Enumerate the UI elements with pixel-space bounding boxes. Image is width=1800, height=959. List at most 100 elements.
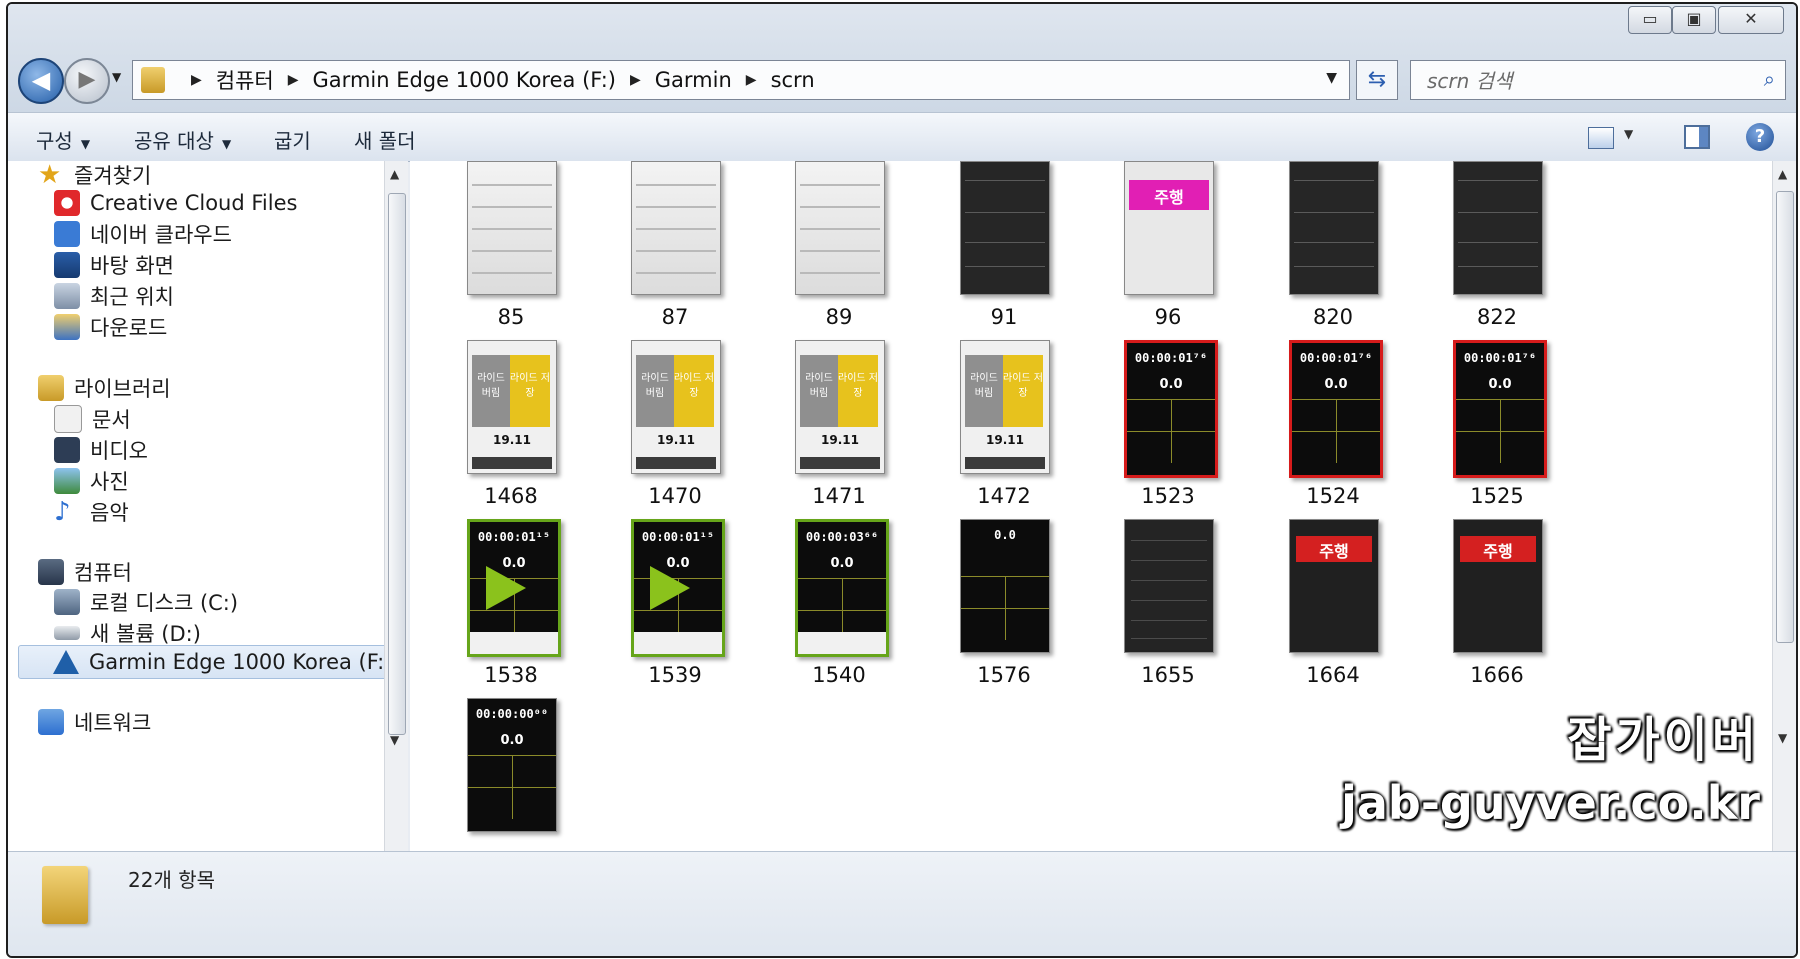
file-item[interactable]: 라이드 버림 라이드 저장 19.11 1472: [909, 340, 1099, 540]
desktop-icon: [54, 252, 80, 278]
file-name: 96: [1154, 305, 1182, 329]
minimize-button[interactable]: ▭: [1628, 6, 1672, 34]
file-item[interactable]: 라이드 버림 라이드 저장 19.11 1468: [416, 340, 606, 540]
file-item[interactable]: 00:00:03⁶⁶ 0.0 1540: [744, 519, 934, 719]
share-menu[interactable]: 공유 대상 ▼: [134, 125, 231, 154]
scrollbar-thumb[interactable]: [388, 193, 406, 735]
file-item[interactable]: 주행 1666: [1402, 519, 1592, 719]
file-item[interactable]: 00:00:01¹⁵ 0.0 1538: [416, 519, 606, 719]
file-thumbnail: 주행: [1289, 519, 1379, 653]
file-item[interactable]: 91: [909, 161, 1099, 361]
file-item[interactable]: 85: [416, 161, 606, 361]
sidebar-label: Garmin Edge 1000 Korea (F:): [89, 650, 393, 674]
refresh-button[interactable]: ⇆: [1356, 60, 1398, 100]
thumbnail-text: 0.0: [830, 556, 854, 571]
file-item[interactable]: 00:00:01¹⁵ 0.0 1539: [580, 519, 770, 719]
recent-places-icon: [54, 283, 80, 309]
sidebar-label: Creative Cloud Files: [90, 191, 298, 215]
breadcrumb-computer[interactable]: 컴퓨터: [216, 65, 274, 95]
maximize-button[interactable]: ▣: [1672, 6, 1716, 34]
file-item[interactable]: 주행 96: [1073, 161, 1263, 361]
sidebar-scrollbar[interactable]: ▲ ▼: [384, 161, 408, 851]
sidebar-item-documents[interactable]: 문서: [54, 403, 131, 435]
thumbnail-text: 19.11: [986, 433, 1024, 447]
sidebar-item-recent[interactable]: 최근 위치: [54, 280, 174, 312]
file-thumbnail: [1453, 161, 1543, 295]
file-item[interactable]: 00:00:01⁷⁶ 0.0 1523: [1073, 340, 1263, 540]
address-dropdown-icon[interactable]: ▼: [1326, 70, 1337, 86]
sidebar-label: 문서: [92, 408, 131, 432]
new-folder-button[interactable]: 새 폴더: [354, 125, 416, 154]
file-name: 1523: [1141, 484, 1195, 508]
file-name: 1655: [1141, 663, 1195, 687]
file-name: 820: [1312, 305, 1354, 329]
thumbnail-text: 00:00:01¹⁵: [641, 530, 715, 544]
sidebar-item-downloads[interactable]: 다운로드: [54, 311, 167, 343]
breadcrumb-scrn[interactable]: scrn: [771, 68, 815, 92]
file-item[interactable]: 00:00:01⁷⁶ 0.0 1525: [1402, 340, 1592, 540]
sidebar-item-naver-cloud[interactable]: 네이버 클라우드: [54, 218, 232, 250]
chevron-down-icon[interactable]: ▼: [1624, 127, 1633, 141]
sidebar-label: 다운로드: [90, 316, 168, 340]
thumbnail-text: 라이드 저장: [1003, 373, 1043, 399]
scrollbar-thumb[interactable]: [1776, 191, 1794, 643]
file-name: 1666: [1470, 663, 1524, 687]
computer-icon: [38, 559, 64, 585]
help-icon[interactable]: ?: [1746, 123, 1774, 151]
content-scrollbar[interactable]: ▲ ▼: [1772, 161, 1796, 851]
sidebar-item-videos[interactable]: 비디오: [54, 434, 148, 466]
burn-button[interactable]: 굽기: [274, 125, 311, 154]
scroll-up-icon[interactable]: ▲: [390, 167, 399, 181]
sidebar-item-libraries[interactable]: 라이브러리: [38, 372, 171, 404]
scroll-down-icon[interactable]: ▼: [390, 733, 399, 747]
sidebar-item-creative-cloud[interactable]: Creative Cloud Files: [54, 187, 297, 219]
file-item[interactable]: 822: [1402, 161, 1592, 361]
breadcrumb-drive[interactable]: Garmin Edge 1000 Korea (F:): [313, 68, 616, 92]
sidebar-label: 라이브러리: [74, 377, 171, 401]
sidebar-label: 네이버 클라우드: [90, 223, 232, 247]
sidebar-item-garmin-drive[interactable]: Garmin Edge 1000 Korea (F:): [18, 645, 406, 679]
thumbnail-text: 00:00:01¹⁵: [477, 530, 551, 544]
file-item[interactable]: 1655: [1073, 519, 1263, 719]
breadcrumb-garmin[interactable]: Garmin: [655, 68, 732, 92]
change-view-icon[interactable]: [1588, 127, 1614, 149]
creative-cloud-icon: [54, 190, 80, 216]
sidebar-item-computer[interactable]: 컴퓨터: [38, 556, 132, 588]
search-icon[interactable]: ⌕: [1764, 67, 1775, 91]
sidebar-item-desktop[interactable]: 바탕 화면: [54, 249, 174, 281]
search-input[interactable]: [1425, 67, 1729, 95]
preview-pane-icon[interactable]: [1684, 125, 1710, 149]
history-dropdown[interactable]: ▼: [112, 70, 121, 84]
forward-button[interactable]: ▶: [64, 58, 110, 104]
back-button[interactable]: ◀: [18, 58, 64, 104]
scroll-down-icon[interactable]: ▼: [1778, 731, 1787, 745]
folder-icon: [141, 67, 165, 93]
file-item[interactable]: 820: [1238, 161, 1428, 361]
file-item[interactable]: 라이드 버림 라이드 저장 19.11 1470: [580, 340, 770, 540]
hard-drive-icon: [54, 589, 80, 615]
file-item[interactable]: 주행 1664: [1238, 519, 1428, 719]
navigation-bar: ▭ ▣ ✕ ◀ ▶ ▼ ▶ 컴퓨터 ▶ Garmin Edge 1000 Kor…: [8, 4, 1796, 112]
sidebar-item-pictures[interactable]: 사진: [54, 465, 129, 497]
thumbnail-text: 주행: [1154, 188, 1184, 207]
organize-menu[interactable]: 구성 ▼: [36, 125, 90, 154]
folder-icon: [42, 866, 88, 924]
thumbnail-text: 라이드 저장: [838, 373, 878, 399]
close-button[interactable]: ✕: [1718, 6, 1784, 34]
file-item[interactable]: 00:00:01⁷⁶ 0.0 1524: [1238, 340, 1428, 540]
file-name: 1664: [1306, 663, 1360, 687]
address-bar[interactable]: ▶ 컴퓨터 ▶ Garmin Edge 1000 Korea (F:) ▶ Ga…: [132, 60, 1350, 100]
sidebar-item-network[interactable]: 네트워크: [38, 706, 151, 738]
file-item[interactable]: 89: [744, 161, 934, 361]
garmin-triangle-icon: [53, 650, 79, 674]
file-item[interactable]: 87: [580, 161, 770, 361]
file-thumbnail: [631, 161, 721, 295]
file-item[interactable]: 00:00:00⁰⁰ 0.0: [416, 698, 606, 851]
file-item[interactable]: 0.0 1576: [909, 519, 1099, 719]
sidebar-item-local-disk[interactable]: 로컬 디스크 (C:): [54, 586, 238, 618]
thumbnail-text: 00:00:03⁶⁶: [805, 530, 879, 544]
file-name: 1576: [977, 663, 1031, 687]
scroll-up-icon[interactable]: ▲: [1778, 167, 1787, 181]
sidebar-item-music[interactable]: ♪ 음악: [54, 496, 129, 528]
file-item[interactable]: 라이드 버림 라이드 저장 19.11 1471: [744, 340, 934, 540]
